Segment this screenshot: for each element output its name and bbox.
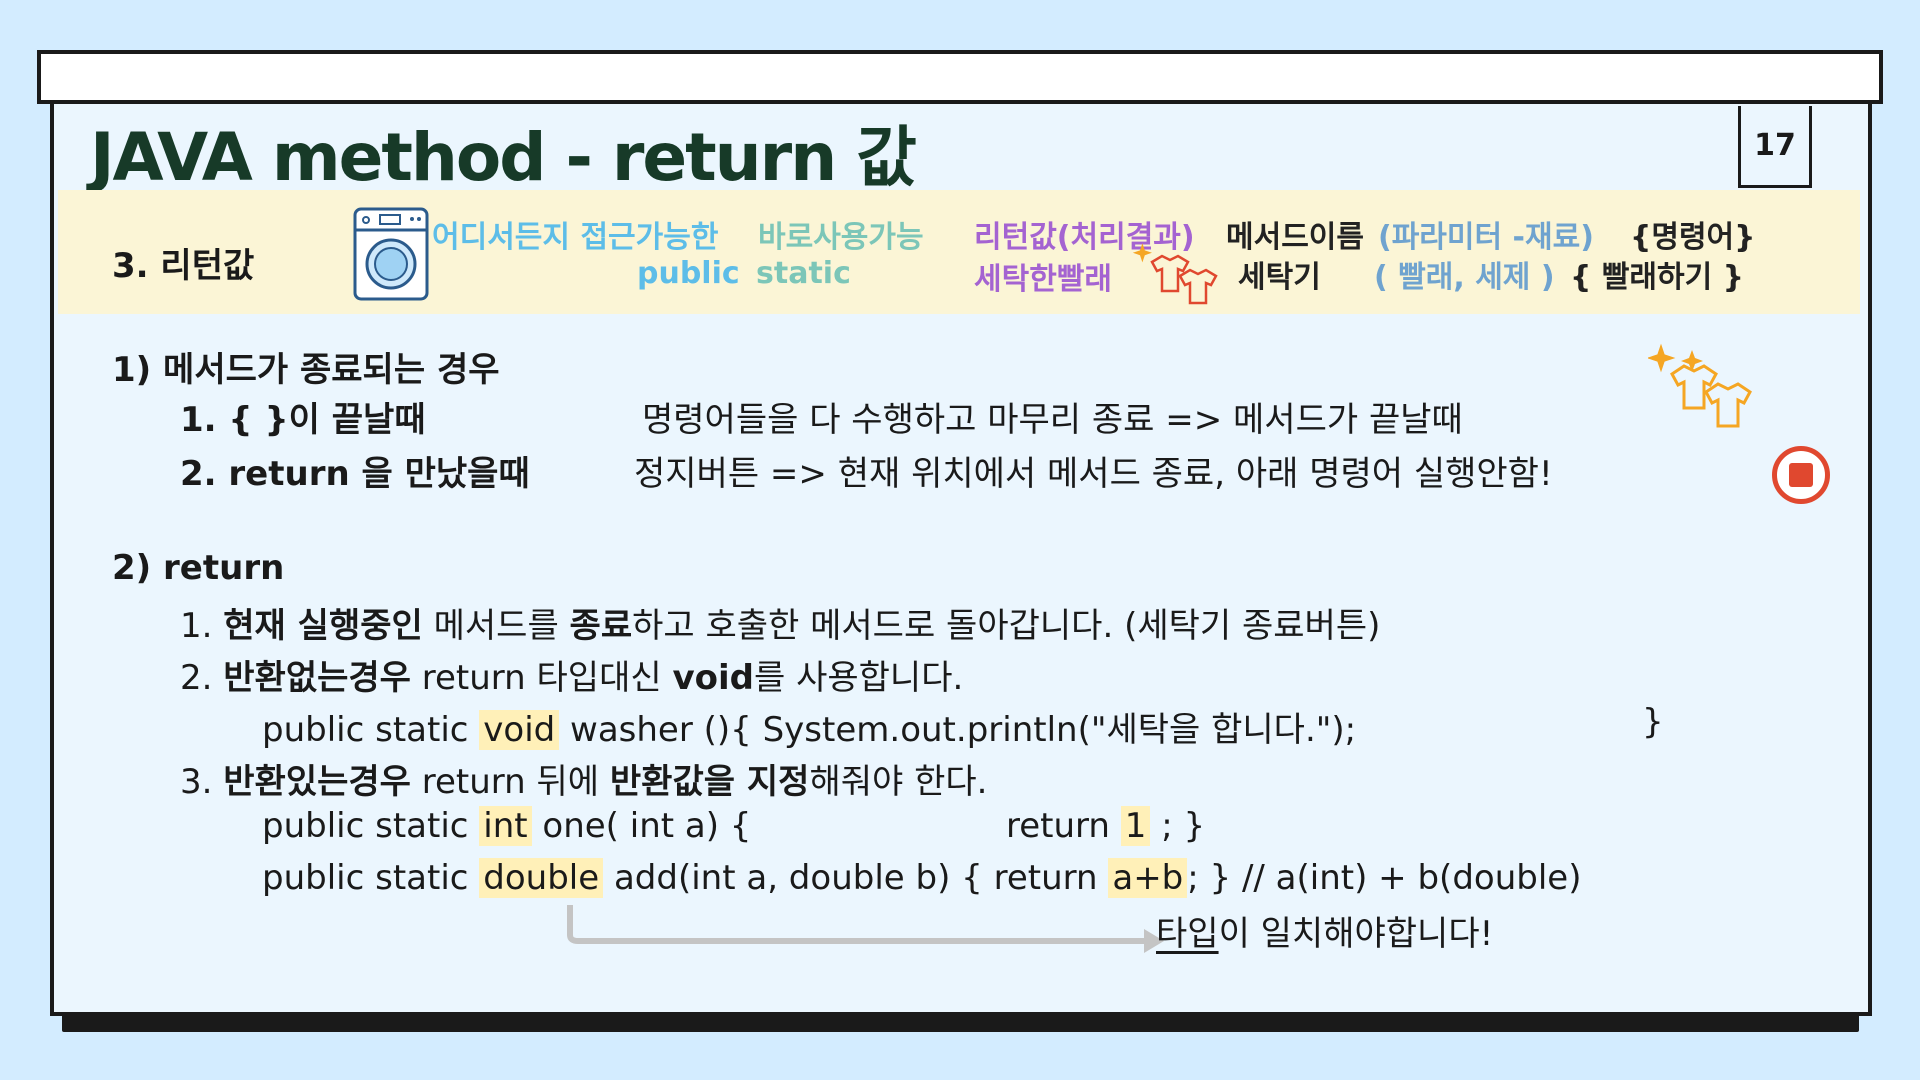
note-rest: 이 일치해야합니다! xyxy=(1218,914,1494,954)
section1-item2-desc: 정지버튼 => 현재 위치에서 메서드 종료, 아래 명령어 실행안함! xyxy=(634,454,1553,494)
code2-one-highlight: 1 xyxy=(1120,806,1151,846)
line1-rest: 하고 호출한 메서드로 돌아갑니다. (세탁기 종료버튼) xyxy=(632,606,1381,646)
band-static: static xyxy=(756,256,851,291)
line3-specify-value: 반환값을 지정 xyxy=(609,762,810,802)
note-type: 타입 xyxy=(1156,914,1219,954)
code-line-double: public static double add(int a, double b… xyxy=(262,858,1581,898)
line2-middle: return 타입대신 xyxy=(410,658,673,698)
line1-method: 메서드를 xyxy=(422,606,570,646)
stop-button-icon xyxy=(1772,446,1830,504)
section2-heading: 2) return xyxy=(112,548,285,588)
code2-body: one( int a) { xyxy=(531,806,752,846)
section2-line1: 1. 현재 실행중인 메서드를 종료하고 호출한 메서드로 돌아갑니다. (세탁… xyxy=(180,598,1380,647)
page-number-tab: 17 xyxy=(1738,106,1812,188)
line1-terminate: 종료 xyxy=(569,606,633,646)
line3-number: 3. xyxy=(180,762,213,802)
code2-return: return 1 ; } xyxy=(1006,806,1205,846)
washing-machine-icon xyxy=(353,207,429,301)
band-method-name: 메서드이름 xyxy=(1226,220,1364,255)
code2-prefix: public static xyxy=(262,806,480,846)
code-line-int: public static int one( int a) { xyxy=(262,806,751,846)
line2-rest: 를 사용합니다. xyxy=(753,658,964,698)
line1-current-running: 현재 실행중인 xyxy=(223,606,423,646)
line1-number: 1. xyxy=(180,606,213,646)
band-direct: 바로사용가능 xyxy=(758,220,924,255)
band-commands: {명령어} xyxy=(1630,220,1756,255)
section1-heading: 1) 메서드가 종료되는 경우 xyxy=(112,350,500,390)
band-washer: 세탁기 xyxy=(1238,260,1321,295)
code2-return-keyword: return xyxy=(1006,806,1121,846)
type-match-note: 타입이 일치해야합니다! xyxy=(1156,906,1493,955)
band-label: 3. 리턴값 xyxy=(112,246,255,286)
code3-comment: ; } // a(int) + b(double) xyxy=(1187,858,1582,898)
line3-middle: return 뒤에 xyxy=(410,762,610,802)
code3-double-highlight: double xyxy=(479,858,604,898)
section2-line3: 3. 반환있는경우 return 뒤에 반환값을 지정해줘야 한다. xyxy=(180,754,987,803)
code1-void-highlight: void xyxy=(479,710,560,750)
line2-void: void xyxy=(672,658,754,698)
code-line-void: public static void washer (){ System.out… xyxy=(262,702,1356,751)
type-match-arrow-icon xyxy=(567,905,1164,953)
band-public: public xyxy=(637,256,740,291)
band-anywhere: 어디서든지 접근가능한 xyxy=(432,220,719,255)
code2-end: ; } xyxy=(1150,806,1206,846)
section2-line2: 2. 반환없는경우 return 타입대신 void를 사용합니다. xyxy=(180,650,963,699)
sparkle-shirts-icon xyxy=(1648,343,1752,428)
band-params: (파라미터 -재료) xyxy=(1378,220,1594,255)
section1-item2-label: 2. return 을 만났을때 xyxy=(180,454,530,494)
line2-no-return: 반환없는경우 xyxy=(223,658,411,698)
line3-rest: 해줘야 한다. xyxy=(809,762,988,802)
band-laundry: 세탁한빨래 xyxy=(974,262,1112,297)
code3-prefix: public static xyxy=(262,858,480,898)
code1-prefix: public static xyxy=(262,710,480,750)
line2-number: 2. xyxy=(180,658,213,698)
section1-item1-label: 1. { }이 끝날때 xyxy=(180,400,426,440)
stop-square xyxy=(1789,463,1813,487)
section1-item1-desc: 명령어들을 다 수행하고 마무리 종료 => 메서드가 끝날때 xyxy=(642,400,1463,440)
clean-clothes-icon xyxy=(1132,243,1218,305)
code3-body: add(int a, double b) { return xyxy=(603,858,1109,898)
code1-close-brace: } xyxy=(1642,702,1664,742)
band-args: ( 빨래, 세제 ) xyxy=(1374,260,1555,295)
slide-title: JAVA method - return 값 xyxy=(90,119,917,196)
code1-body: washer (){ System.out.println("세탁을 합니다."… xyxy=(559,710,1357,750)
band-do-laundry: { 빨래하기 } xyxy=(1570,260,1745,295)
code3-ab-highlight: a+b xyxy=(1108,858,1188,898)
code2-int-highlight: int xyxy=(479,806,532,846)
slide-top-bar xyxy=(37,50,1883,104)
line3-with-return: 반환있는경우 xyxy=(223,762,411,802)
page-number: 17 xyxy=(1754,128,1796,163)
